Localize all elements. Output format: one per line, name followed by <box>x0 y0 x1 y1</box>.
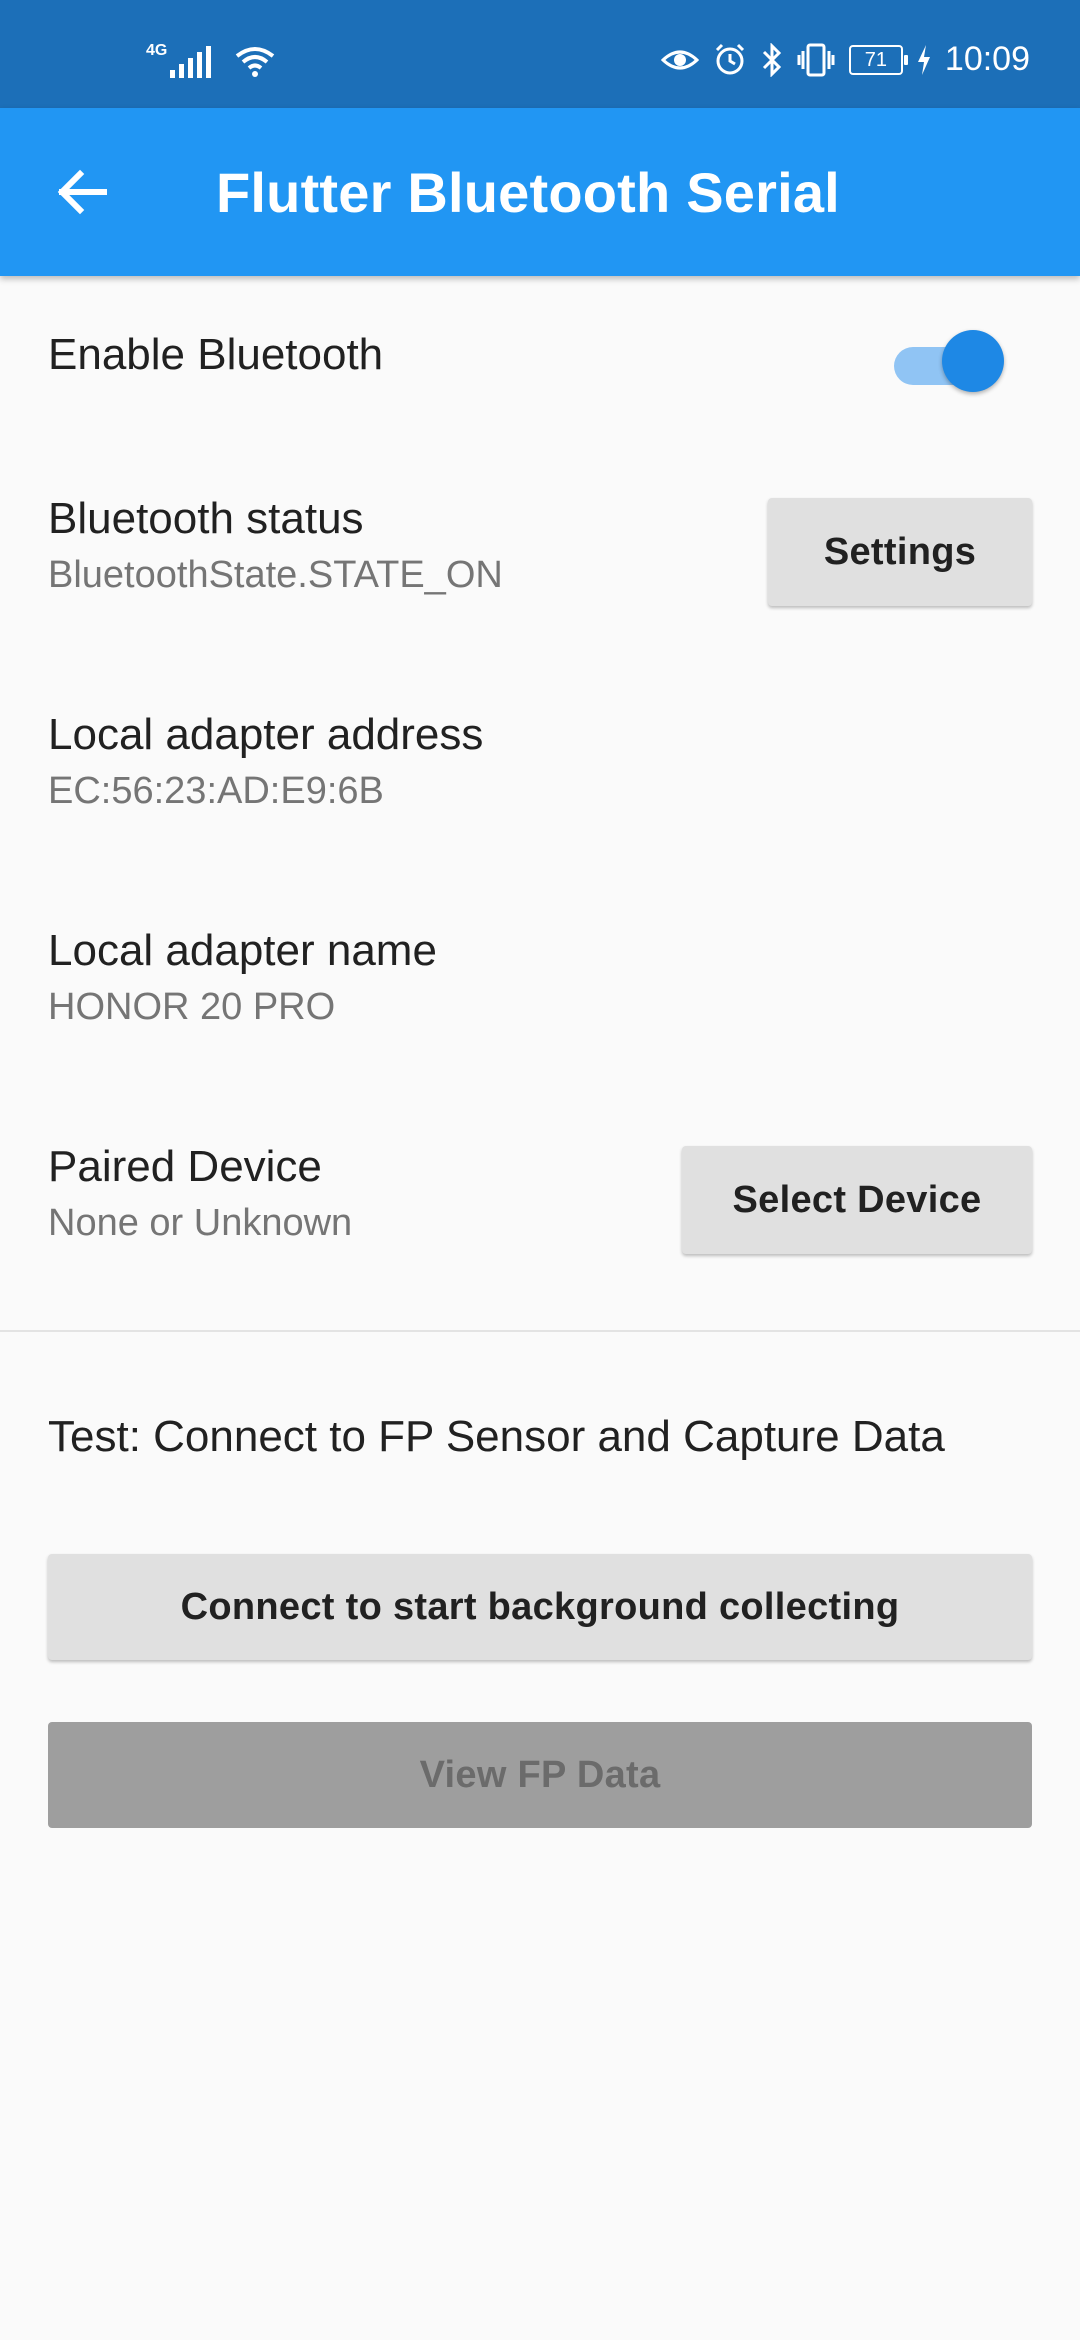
app-title: Flutter Bluetooth Serial <box>216 161 840 224</box>
status-left: 4G <box>146 42 275 78</box>
local-name-value: HONOR 20 PRO <box>48 986 336 1028</box>
select-device-button[interactable]: Select Device <box>682 1146 1032 1254</box>
local-address-value: EC:56:23:AD:E9:6B <box>48 770 384 812</box>
enable-bluetooth-label: Enable Bluetooth <box>48 330 384 379</box>
clock: 10:09 <box>944 40 1030 78</box>
vibrate-icon <box>797 43 835 76</box>
view-fp-data-button[interactable]: View FP Data <box>48 1722 1032 1828</box>
divider <box>0 1330 1080 1332</box>
bluetooth-status-label: Bluetooth status <box>48 494 364 543</box>
eye-icon <box>660 50 699 69</box>
connect-button[interactable]: Connect to start background collecting <box>48 1554 1032 1660</box>
switch-thumb <box>942 330 1004 392</box>
paired-device-value: None or Unknown <box>48 1202 353 1244</box>
wifi-icon <box>235 47 275 77</box>
local-name-label: Local adapter name <box>48 926 437 975</box>
app-bar: Flutter Bluetooth Serial <box>0 108 1080 276</box>
alarm-icon <box>715 43 744 74</box>
test-section: Test: Connect to FP Sensor and Capture D… <box>48 1412 945 1462</box>
settings-button[interactable]: Settings <box>768 498 1032 606</box>
status-right: 71 10:09 <box>660 40 1030 79</box>
local-address-row: Local adapter address EC:56:23:AD:E9:6B <box>48 710 483 813</box>
enable-bluetooth-row[interactable]: Enable Bluetooth <box>48 330 383 380</box>
status-bar: 4G 71 10:09 <box>0 0 1080 108</box>
paired-device-row: Paired Device None or Unknown <box>48 1142 352 1245</box>
local-address-label: Local adapter address <box>48 710 484 759</box>
bluetooth-status-value: BluetoothState.STATE_ON <box>48 554 503 596</box>
bluetooth-status-row: Bluetooth status BluetoothState.STATE_ON <box>48 494 503 597</box>
signal-icon <box>170 46 211 78</box>
test-heading: Test: Connect to FP Sensor and Capture D… <box>48 1412 945 1461</box>
charging-icon <box>917 44 930 75</box>
local-name-row: Local adapter name HONOR 20 PRO <box>48 926 437 1029</box>
bluetooth-icon <box>762 42 782 77</box>
battery-icon: 71 <box>848 44 908 75</box>
paired-device-label: Paired Device <box>48 1142 322 1191</box>
enable-bluetooth-switch[interactable] <box>894 330 1004 392</box>
back-arrow-icon[interactable] <box>52 162 112 222</box>
network-type: 4G <box>146 42 168 59</box>
